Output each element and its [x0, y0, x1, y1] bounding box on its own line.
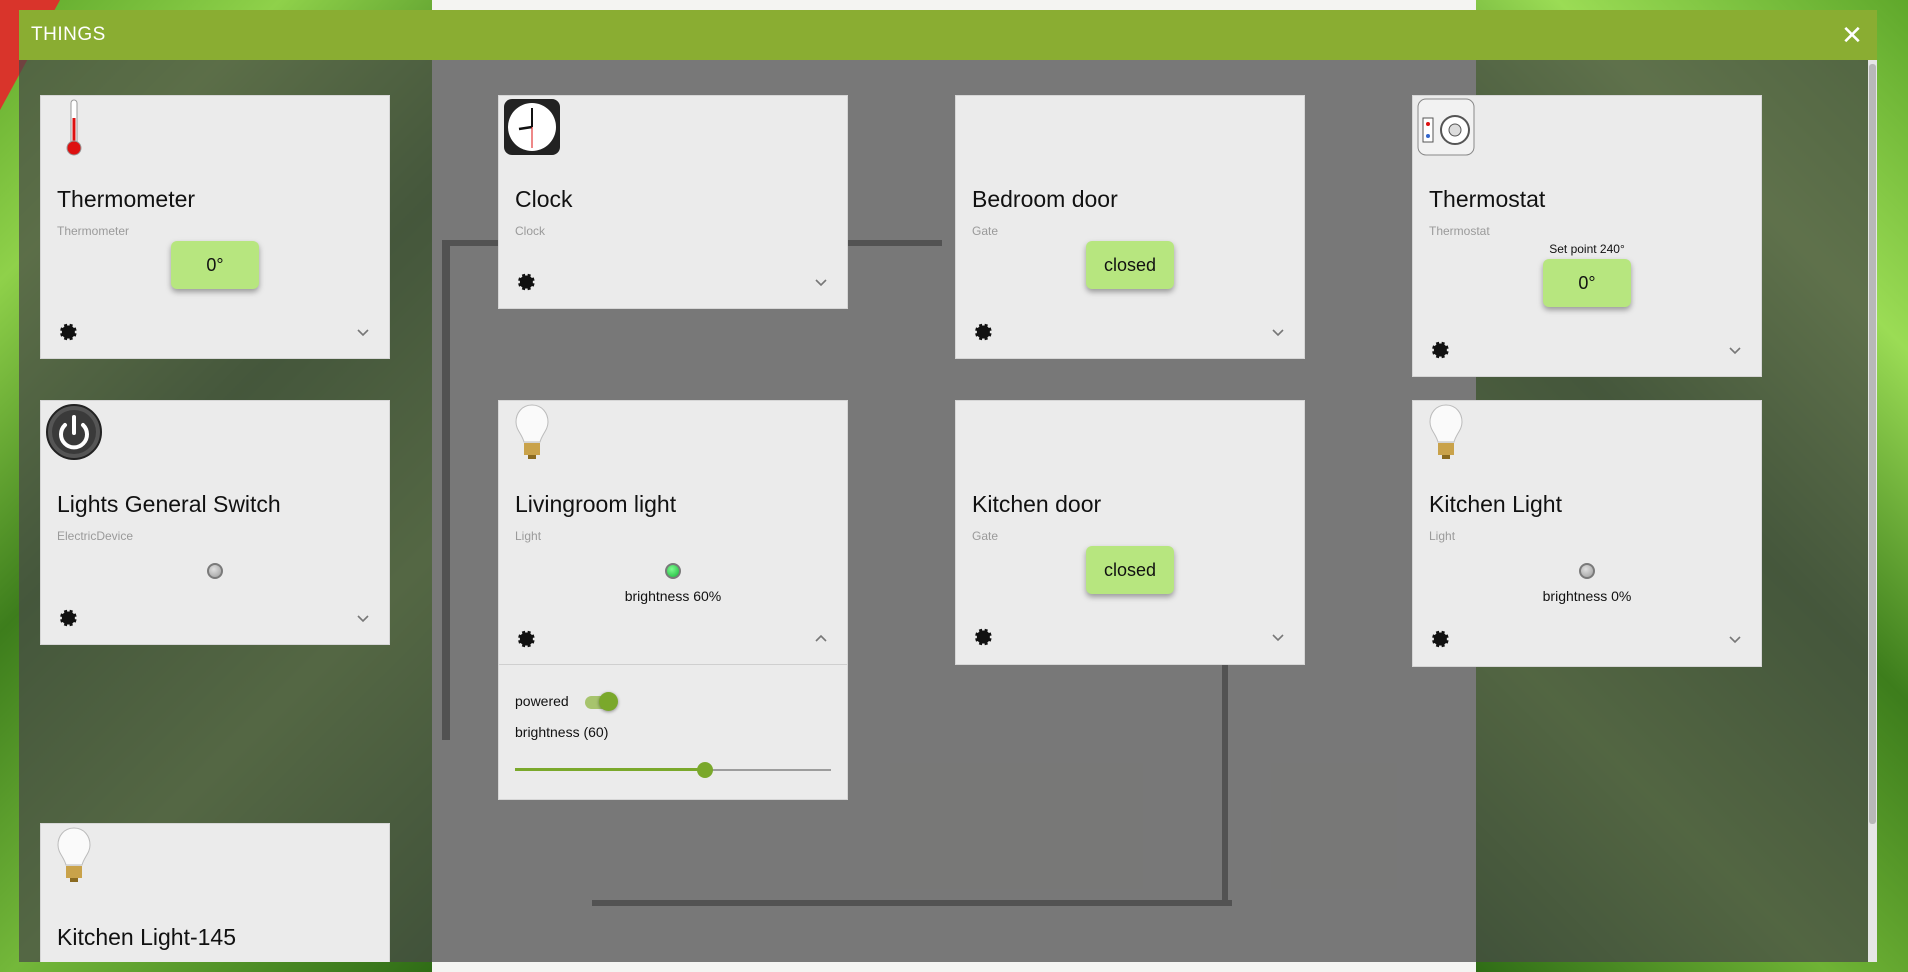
thing-card-kitchen-light: Kitchen Light Light brightness 0%	[1412, 400, 1762, 667]
brightness-slider[interactable]	[515, 761, 831, 781]
scrollbar-thumb[interactable]	[1869, 64, 1876, 824]
brightness-slider-label: brightness (60)	[515, 724, 609, 740]
card-footer	[1429, 627, 1743, 651]
card-footer	[515, 270, 829, 294]
close-icon[interactable]: ✕	[1839, 22, 1865, 48]
light-bulb-icon	[57, 827, 91, 882]
thing-type: Light	[1429, 529, 1456, 543]
thing-type: Gate	[972, 224, 999, 238]
chevron-down-icon[interactable]	[1270, 324, 1286, 340]
powered-toggle[interactable]	[585, 692, 625, 712]
thing-name: Livingroom light	[515, 491, 677, 517]
scrollbar[interactable]	[1868, 60, 1877, 962]
light-bulb-icon	[515, 404, 549, 459]
gear-icon[interactable]	[972, 321, 994, 343]
thing-card-lights-general-switch: Lights General Switch ElectricDevice	[40, 400, 390, 645]
thing-card-kitchen-light-145: Kitchen Light-145 Light	[40, 823, 390, 962]
door-state-button[interactable]: closed	[1086, 241, 1174, 289]
thing-card-kitchen-door: Kitchen door Gate closed	[955, 400, 1305, 665]
thing-name: Thermostat	[1429, 186, 1546, 212]
power-status-led[interactable]	[207, 563, 223, 579]
thing-name: Kitchen Light-145	[57, 924, 237, 950]
chevron-up-icon[interactable]	[813, 631, 829, 647]
powered-label: powered	[515, 693, 569, 709]
thing-name: Kitchen Light	[1429, 491, 1562, 517]
power-status-led[interactable]	[665, 563, 681, 579]
clock-icon	[504, 99, 560, 155]
things-dialog: THINGS ✕ Thermometer Thermometer 0° Cloc…	[19, 10, 1877, 962]
card-footer	[57, 606, 371, 630]
thing-card-livingroom-light: Livingroom light Light brightness 60% po…	[498, 400, 848, 800]
dialog-header: THINGS ✕	[19, 10, 1877, 60]
gear-icon[interactable]	[57, 607, 79, 629]
slider-thumb[interactable]	[697, 762, 713, 778]
card-divider	[499, 664, 847, 665]
thing-name: Clock	[515, 186, 573, 212]
thing-card-thermometer: Thermometer Thermometer 0°	[40, 95, 390, 359]
thing-card-clock: Clock Clock	[498, 95, 848, 309]
gear-icon[interactable]	[972, 626, 994, 648]
thing-type: Gate	[972, 529, 999, 543]
gear-icon[interactable]	[1429, 339, 1451, 361]
chevron-down-icon[interactable]	[1270, 629, 1286, 645]
dialog-title: THINGS	[31, 24, 106, 45]
thing-type: Clock	[515, 224, 546, 238]
thing-type: ElectricDevice	[57, 529, 134, 543]
gear-icon[interactable]	[1429, 628, 1451, 650]
card-footer	[515, 627, 829, 651]
thing-card-thermostat: Thermostat Thermostat Set point 240° 0°	[1412, 95, 1762, 377]
thermostat-icon	[1417, 98, 1475, 156]
chevron-down-icon[interactable]	[355, 324, 371, 340]
gear-icon[interactable]	[515, 271, 537, 293]
thing-name: Kitchen door	[972, 491, 1102, 517]
thermometer-icon	[66, 99, 82, 156]
thing-name: Lights General Switch	[57, 491, 281, 517]
chevron-down-icon[interactable]	[1727, 342, 1743, 358]
card-footer	[972, 625, 1286, 649]
gear-icon[interactable]	[515, 628, 537, 650]
gear-icon[interactable]	[57, 321, 79, 343]
thing-type: Thermometer	[57, 224, 130, 238]
power-status-led[interactable]	[1579, 563, 1595, 579]
chevron-down-icon[interactable]	[355, 610, 371, 626]
chevron-down-icon[interactable]	[1727, 631, 1743, 647]
thing-card-bedroom-door: Bedroom door Gate closed	[955, 95, 1305, 359]
brightness-readout: brightness 60%	[624, 588, 722, 604]
thing-type: Light	[515, 529, 542, 543]
thing-name: Bedroom door	[972, 186, 1118, 212]
card-footer	[57, 320, 371, 344]
light-bulb-icon	[1429, 404, 1463, 459]
door-state-button[interactable]: closed	[1086, 546, 1174, 594]
brightness-readout: brightness 0%	[1542, 588, 1632, 604]
thing-name: Thermometer	[57, 186, 196, 212]
setpoint-label: Set point 240°	[1549, 242, 1625, 256]
thing-type: Thermostat	[1429, 224, 1490, 238]
power-icon	[46, 404, 102, 460]
card-footer	[1429, 338, 1743, 362]
card-footer	[972, 320, 1286, 344]
temperature-value-button[interactable]: 0°	[171, 241, 259, 289]
temperature-value-button[interactable]: 0°	[1543, 259, 1631, 307]
chevron-down-icon[interactable]	[813, 274, 829, 290]
